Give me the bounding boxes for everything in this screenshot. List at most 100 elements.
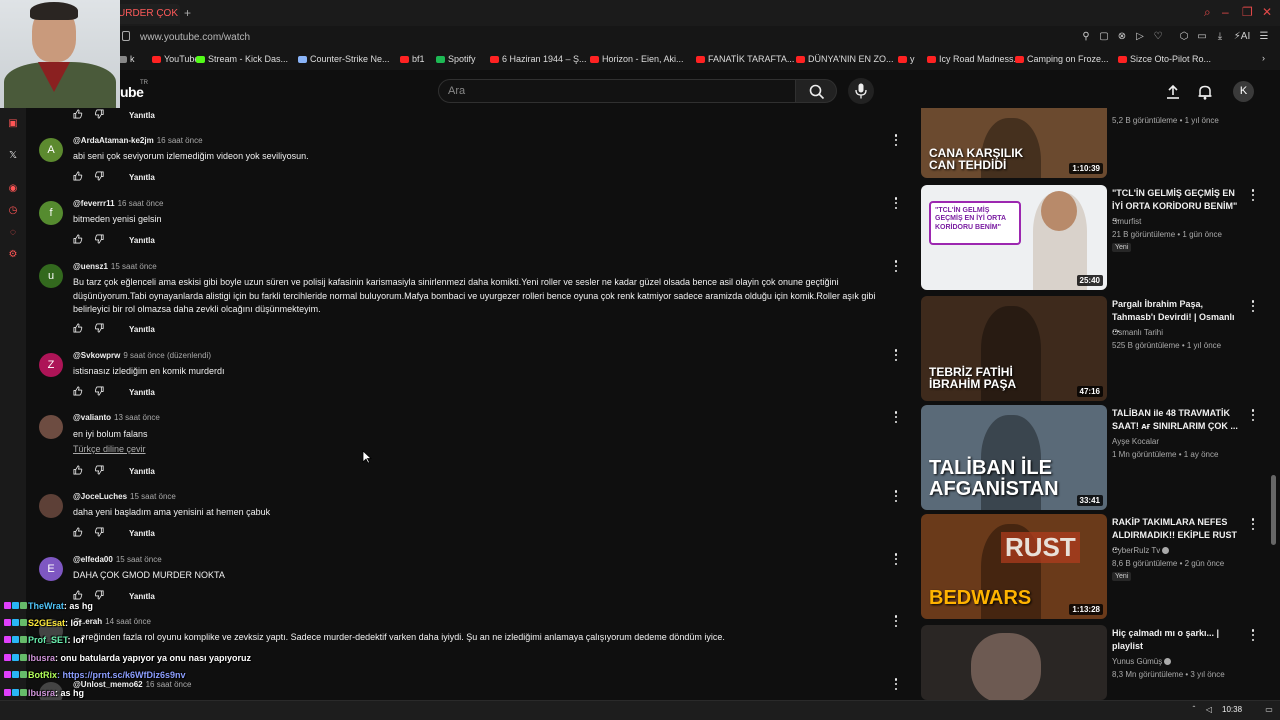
notifications-button[interactable] [1197,84,1213,100]
video-more-button[interactable] [1250,629,1256,641]
bookmark-item[interactable]: Counter-Strike Ne... [298,54,390,64]
bookmark-item[interactable]: Icy Road Madness... [927,54,1021,64]
video-thumbnail[interactable] [921,625,1107,700]
chat-username[interactable]: lbusra [28,688,55,698]
video-channel[interactable]: Yunus Gümüş [1112,657,1172,666]
dislike-button[interactable] [94,386,105,398]
video-more-button[interactable] [1250,300,1256,312]
comment-more-button[interactable] [893,411,899,423]
commenter-avatar[interactable] [39,415,63,439]
reply-button[interactable]: Yanıtla [129,236,155,245]
chat-username[interactable]: TheWrat [28,601,64,611]
chat-username[interactable]: S2GEsat [28,618,65,628]
channel-name[interactable]: Smurfist [1112,217,1141,226]
extension-icon[interactable]: ⊗ [1117,32,1127,42]
video-more-button[interactable] [1250,189,1256,201]
play-icon[interactable]: ▷ [1135,32,1145,42]
extensions-icon[interactable]: ⬡ [1179,32,1189,42]
video-thumbnail[interactable]: RUST BEDWARS 1:13:28 [921,514,1107,619]
dislike-button[interactable] [94,527,105,539]
commenter-avatar[interactable]: A [39,138,63,162]
reply-button[interactable]: Yanıtla [129,467,155,476]
history-icon[interactable]: ◷ [7,205,19,217]
maximize-icon[interactable]: ❐ [1242,5,1253,19]
youtube-logo[interactable]: ube [120,84,144,100]
video-thumbnail[interactable]: TEBRİZ FATİHİ İBRAHİM PAŞA 47:16 [921,296,1107,401]
reply-button[interactable]: Yanıtla [129,111,155,120]
comment-author[interactable]: @elfeda00 [73,555,113,564]
dislike-button[interactable] [94,109,105,121]
comment-time[interactable]: 15 saat önce [111,262,157,271]
url-field[interactable]: www.youtube.com/watch [140,32,250,43]
comment-time[interactable]: 9 saat önce (düzenlendi) [123,351,211,360]
like-button[interactable] [73,234,83,246]
commenter-avatar[interactable]: Z [39,353,63,377]
like-button[interactable] [73,109,83,121]
settings-icon[interactable]: ⚙ [7,249,19,261]
x-icon[interactable]: 𝕏 [7,150,19,162]
screenshot-icon[interactable]: ▢ [1099,32,1109,42]
commenter-avatar[interactable]: u [39,264,63,288]
comment-author[interactable]: @uensz1 [73,262,108,271]
bookmark-item[interactable]: Stream - Kick Das... [196,54,288,64]
bookmark-item[interactable]: DÜNYA'NIN EN ZO... [796,54,894,64]
video-channel[interactable]: CyberRulz Tv [1112,546,1170,555]
like-button[interactable] [73,323,83,335]
translate-link[interactable]: Türkçe diline çevir [73,444,146,454]
comment-author[interactable]: @valianto [73,413,111,422]
comment-author[interactable]: @JoceLuches [73,492,127,501]
create-button[interactable] [1165,84,1181,100]
bookmarks-more-icon[interactable]: › [1262,53,1265,63]
chat-username[interactable]: Prof_SET [28,635,68,645]
like-button[interactable] [73,171,83,183]
reply-button[interactable]: Yanıtla [129,325,155,334]
messenger-icon[interactable]: ◌ [7,227,19,239]
commenter-avatar[interactable]: f [39,201,63,225]
dislike-button[interactable] [94,465,105,477]
comment-time[interactable]: 16 saat önce [157,136,203,145]
comment-more-button[interactable] [893,678,899,690]
search-button[interactable] [795,79,837,103]
video-thumbnail[interactable]: CANA KARŞILIK CAN TEHDİDİ 1:10:39 [921,108,1107,178]
ai-icon[interactable]: ⚡AI [1233,32,1251,42]
scrollbar[interactable] [1271,475,1276,545]
video-thumbnail[interactable]: "TCL'İN GELMİŞ GEÇMİŞ EN İYİ ORTA KORİDO… [921,185,1107,290]
minimize-icon[interactable]: – [1222,5,1229,19]
dislike-button[interactable] [94,323,105,335]
search-tabs-icon[interactable]: ⌕ [1204,5,1211,20]
video-channel[interactable]: Osmanlı Tarihi [1112,328,1163,337]
video-channel[interactable]: Ayşe Kocalar [1112,437,1159,446]
comment-time[interactable]: 16 saat önce [118,199,164,208]
commenter-avatar[interactable]: E [39,557,63,581]
channel-name[interactable]: Osmanlı Tarihi [1112,328,1163,337]
comment-author[interactable]: @feverrr11 [73,199,115,208]
reply-button[interactable]: Yanıtla [129,388,155,397]
channel-name[interactable]: Yunus Gümüş [1112,657,1162,666]
notification-center-icon[interactable]: ▭ [1265,706,1273,714]
video-title[interactable]: Hiç çalmadı mı o şarkı... | playlist [1112,627,1244,652]
channel-name[interactable]: CyberRulz Tv [1112,546,1160,555]
dislike-button[interactable] [94,234,105,246]
comment-time[interactable]: 16 saat önce [146,680,192,689]
account-avatar[interactable]: K [1233,81,1254,102]
bookmark-item[interactable]: bf1 [400,54,425,64]
sidebar-app-icon[interactable]: ▣ [7,118,19,130]
reply-button[interactable]: Yanıtla [129,529,155,538]
player-icon[interactable]: ◉ [7,183,19,195]
commenter-avatar[interactable] [39,494,63,518]
comment-author[interactable]: @Svkowprw [73,351,120,360]
video-more-button[interactable] [1250,409,1256,421]
bookmark-item[interactable]: Camping on Froze... [1015,54,1109,64]
like-button[interactable] [73,527,83,539]
comment-more-button[interactable] [893,615,899,627]
reply-button[interactable]: Yanıtla [129,173,155,182]
comment-time[interactable]: 14 saat önce [105,617,151,626]
video-thumbnail[interactable]: TALİBAN İLE AFGANİSTAN 33:41 [921,405,1107,510]
comment-more-button[interactable] [893,553,899,565]
chat-username[interactable]: lbusra [28,653,55,663]
comment-more-button[interactable] [893,197,899,209]
voice-search-button[interactable] [848,78,874,104]
chat-username[interactable]: BotRix [28,670,57,680]
comment-author[interactable]: @ArdaAtaman-ke2jm [73,136,154,145]
video-channel[interactable]: Smurfist [1112,217,1141,226]
